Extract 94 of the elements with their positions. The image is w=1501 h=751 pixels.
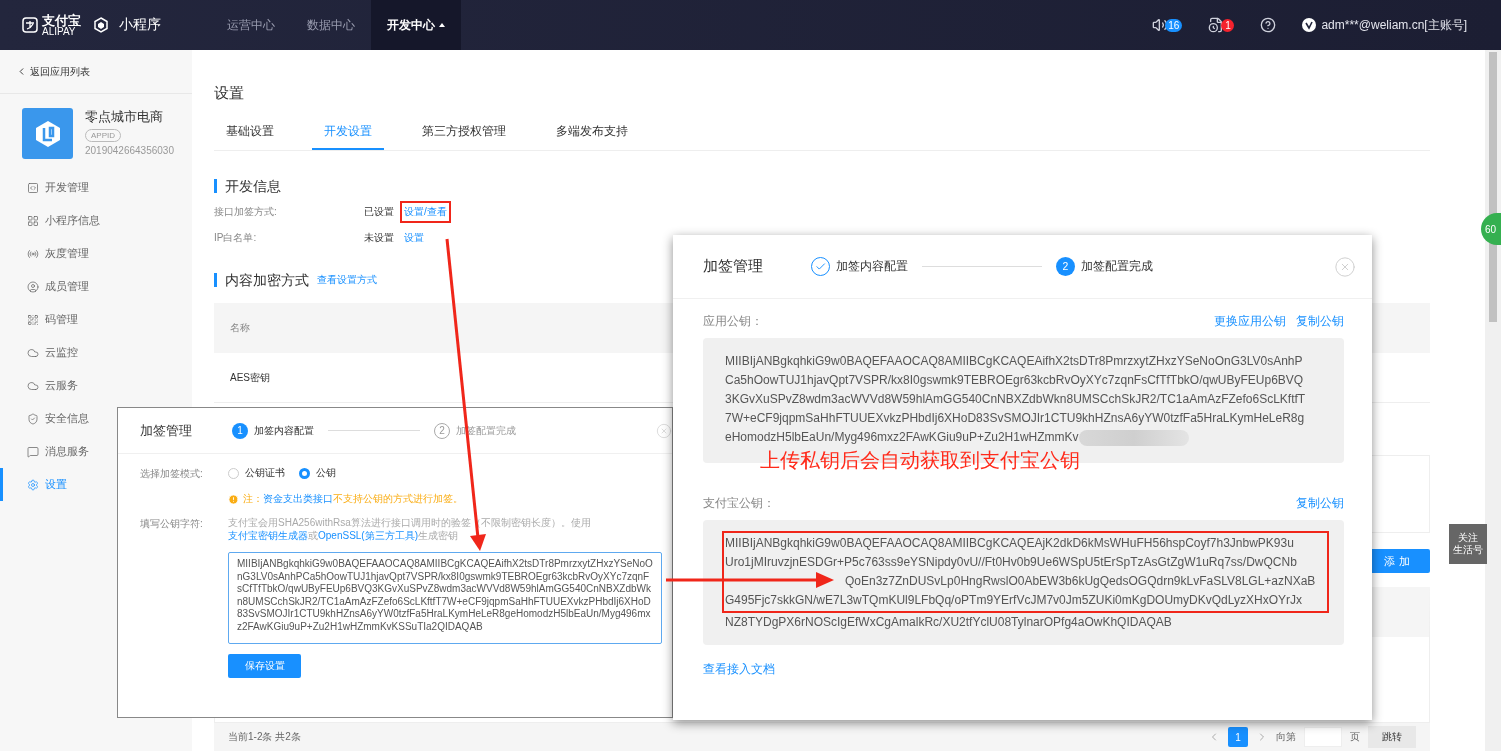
cube-logo-icon xyxy=(93,17,109,33)
logo-subtext: ALIPAY xyxy=(42,26,76,37)
docs-link[interactable]: 查看接入文档 xyxy=(703,661,775,678)
field-label: IP白名单: xyxy=(214,231,258,245)
settings-tab[interactable]: 基础设置 xyxy=(214,123,286,150)
page-title: 设置 xyxy=(214,84,245,103)
key-text: 3KGvXuSPvZ8wdm3acWVVd8W59hlAmGG540CnNBXZdbWkn8UMSCchSkJR2/TC1aAmAzFZefo6ScLKftfT xyxy=(725,391,1306,408)
page-input[interactable] xyxy=(1304,727,1342,747)
annotation-text: 上传私钥后会自动获取到支付宝公钥 xyxy=(760,449,1080,471)
alipay-logo-icon xyxy=(22,17,38,33)
key-text: G495Fjc7skkGN/wE7L3wTQmKUl9LFbQq/oPTm9YErfVcJM7v0Jm5ZUKi0mKgDOUmyDKvQdLyzXHxOYrJx xyxy=(725,592,1303,609)
key-text: QoEn3z7ZnDUSvLp0HngRwslO0AbEW3b6kUgQedsOGQdrn9kLvFaSLV8LGL+azNXaB xyxy=(845,573,1316,590)
field-label: 填写公钥字符: xyxy=(140,517,204,531)
document-clock-icon[interactable] xyxy=(1208,17,1225,33)
scrollbar[interactable] xyxy=(1485,50,1501,751)
back-link[interactable]: 返回应用列表 xyxy=(0,50,192,94)
account-name[interactable]: adm***@weliam.cn[主账号] xyxy=(1321,16,1467,34)
step-label: 加签内容配置 xyxy=(836,258,908,275)
app-id: 2019042664356030 xyxy=(85,145,174,156)
settings-tab[interactable]: 开发设置 xyxy=(312,123,384,150)
follow-button[interactable]: 关注 生活号 xyxy=(1449,524,1487,564)
nav-tab[interactable]: 开发中心 xyxy=(371,0,461,50)
radio-option[interactable]: 公钥证书 xyxy=(228,466,285,480)
tool-link[interactable]: 支付宝密钥生成器 xyxy=(228,530,308,541)
key-text: NZ8TYDgPX6rNOScIgEfWxCgAmalkRc/XU2tfYclU08TylnarOPfg4aOwKhQIDAQAB xyxy=(725,614,1172,631)
status-text: 未设置 xyxy=(364,231,395,245)
sidebar-item[interactable]: 小程序信息 xyxy=(0,204,192,237)
logo-text: 支付宝 xyxy=(42,13,81,27)
section-title: 内容加密方式 xyxy=(214,273,309,287)
notice-count: 16 xyxy=(1165,18,1183,32)
help-icon[interactable] xyxy=(1260,17,1277,33)
field-label: 应用公钥： xyxy=(703,313,763,330)
key-text: MIIBIjANBgkqhkiG9w0BAQEFAAOCAQ8AMIIBCgKCAQEAjK2dkD6kMsWHuFH56hspCoyf7h3JnbwPK93u xyxy=(725,535,1294,552)
key-text: MIIBIjANBgkqhkiG9w0BAQEFAAOCAQ8AMIIBCgKCAQEAifhX2tsDTr8PmrzxytZHxzYSeNoOnG3LV0sAnhP xyxy=(725,353,1303,370)
key-text: eHomodzH5lbEaUn/Myg496mxz2FAwKGiu9uP+Zu2H1wHZmmKv xyxy=(725,429,1079,446)
settings-tab[interactable]: 第三方授权管理 xyxy=(410,123,518,150)
step-number: 2 xyxy=(1056,257,1075,276)
save-button[interactable]: 保存设置 xyxy=(228,654,301,678)
settings-tab[interactable]: 多端发布支持 xyxy=(544,123,640,150)
qr-code-icon xyxy=(27,313,39,326)
key-action-link[interactable]: 复制公钥 xyxy=(1296,313,1344,330)
shield-icon xyxy=(27,412,39,425)
sidebar-item[interactable]: 码管理 xyxy=(0,303,192,336)
settings-icon xyxy=(27,478,39,491)
key-text: Uro1jMIruvzjnESDGr+P5c763ss9eYSNipdy0vU//Ft0Hv0b9Ue6WSpU5tErSpTzAsGtZgW1uRq7ss/DwQCNb xyxy=(725,554,1297,571)
key-input[interactable]: MIIBIjANBgkqhkiG9w0BAQEFAAOCAQ8AMIIBCgKCAQEAifhX2tsDTr8PmrzxytZHxzYSeNoOnG3LV0sAnhPCa5hOowTUJ1hjavQpt7VSPR/kx8I0gswmk9TEBROEgr63kcbRvOyXYc7zqnFsCfTfTbkO/qwUByFEUp6BVQ3KGvXuSPvZ8wdm3acWVVd8W59hlAmGG540CnNBXZdbWkn8UMSCchSkJR2/TC1aAmAzFZefo6ScLKftfT7W+eCF9jqpmSaHhFTUUEXvkzPHbdIj6XHoD83SvSMOJIr1CTU9khHZnsA6yYW0tzfFa5HraLKymHeLeR8geHomodzH5lbEaUn/Myg496mxz2FAwKGiu9uP+Zu2H1wHZmmKvKSSuTIa2QIDAQAB xyxy=(228,552,662,644)
close-button[interactable] xyxy=(1334,255,1356,278)
section-title: 开发信息 xyxy=(214,179,281,193)
user-icon xyxy=(27,280,39,293)
status-text: 已设置 xyxy=(364,205,395,219)
cloud-icon xyxy=(27,346,39,359)
sidebar-item[interactable]: 成员管理 xyxy=(0,270,192,303)
step-label: 加签内容配置 xyxy=(254,423,314,438)
app-name: 零点城市电商 xyxy=(85,108,164,126)
nav-tab[interactable]: 运营中心 xyxy=(211,0,291,50)
sidebar-item[interactable]: 云监控 xyxy=(0,336,192,369)
warning-icon xyxy=(228,493,239,505)
field-label: 接口加签方式: xyxy=(214,205,278,219)
broadcast-icon xyxy=(27,247,39,260)
dialog-title: 加签管理 xyxy=(140,421,192,440)
help-link[interactable]: 查看设置方式 xyxy=(317,273,377,287)
message-icon xyxy=(27,445,39,458)
key-action-link[interactable]: 复制公钥 xyxy=(1296,495,1344,512)
key-text: 7W+eCF9jqpmSaHhFTUUEXvkzPHbdIj6XHoD83SvSMOJIr1CTU9khHZnsA6yYW0tzfFa5HraLKymHeLeR8g xyxy=(725,410,1305,427)
dialog-title: 加签管理 xyxy=(703,257,763,276)
goto-label: 页 xyxy=(1350,730,1360,744)
nav-tab[interactable]: 数据中心 xyxy=(291,0,371,50)
tool-link[interactable]: OpenSSL(第三方工具) xyxy=(318,530,419,541)
step-number: 1 xyxy=(232,422,248,439)
goto-button[interactable]: 跳转 xyxy=(1368,726,1416,748)
caret-icon xyxy=(439,23,445,27)
sidebar-item[interactable]: 灰度管理 xyxy=(0,237,192,270)
column-header: 名称 xyxy=(230,321,250,335)
cloud-icon xyxy=(27,379,39,392)
page-button[interactable]: 1 xyxy=(1228,727,1248,747)
radio-option[interactable]: 公钥 xyxy=(299,466,336,480)
notice-count: 1 xyxy=(1221,18,1235,32)
sidebar-item[interactable]: 开发管理 xyxy=(0,171,192,204)
grid-icon xyxy=(27,214,39,227)
field-label: 支付宝公钥： xyxy=(703,495,775,512)
close-button[interactable] xyxy=(656,422,672,439)
record-summary: 当前1-2条 共2条 xyxy=(228,730,301,744)
account-avatar-icon xyxy=(1302,18,1317,32)
settings-link[interactable]: 设置 xyxy=(404,231,424,245)
table-cell: AES密钥 xyxy=(230,370,270,385)
product-name: 小程序 xyxy=(119,16,161,34)
step-label: 加签配置完成 xyxy=(1081,258,1153,275)
goto-label: 向第 xyxy=(1276,730,1296,744)
note-text: 注：资金支出类接口不支持公钥的方式进行加签。 xyxy=(243,492,463,506)
code-icon xyxy=(27,181,39,194)
sidebar-item[interactable]: 云服务 xyxy=(0,369,192,402)
app-logo-icon xyxy=(22,108,73,159)
key-action-link[interactable]: 更换应用公钥 xyxy=(1214,313,1286,330)
key-text: Ca5hOowTUJ1hjavQpt7VSPR/kx8I0gswmk9TEBROEgr63kcbRvOyXYc7zqnFsCfTfTbkO/qwUByFEUp6BVQ xyxy=(725,372,1304,389)
